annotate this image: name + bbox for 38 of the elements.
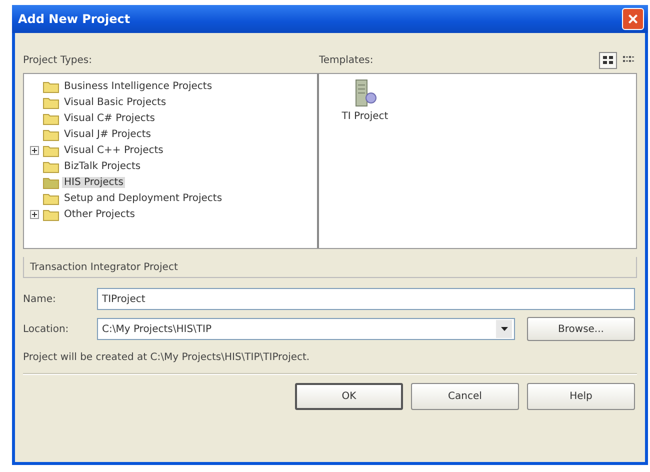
folder-icon [43, 112, 59, 124]
browse-button[interactable]: Browse... [527, 317, 635, 341]
dialog-button[interactable]: OK [295, 383, 403, 410]
location-label: Location: [23, 324, 70, 334]
close-button[interactable]: × [622, 8, 644, 30]
dialog-button[interactable]: Cancel [411, 383, 519, 410]
folder-icon [43, 192, 59, 204]
folder-icon [43, 176, 59, 188]
folder-icon [43, 160, 59, 172]
tree-item[interactable]: Visual C++ Projects [62, 144, 166, 156]
name-label: Name: [23, 294, 57, 304]
tree-item[interactable]: Visual C# Projects [62, 112, 157, 124]
tree-item[interactable]: Visual J# Projects [62, 128, 153, 140]
large-icons-icon [602, 56, 614, 64]
list-icon [622, 56, 634, 64]
folder-icon [43, 80, 59, 92]
tree-item[interactable]: Business Intelligence Projects [62, 80, 214, 92]
template-item[interactable]: TI Project [340, 111, 390, 122]
folder-icon [43, 96, 59, 108]
folder-icon [43, 208, 59, 220]
tree-item[interactable]: Other Projects [62, 208, 137, 220]
location-combo-box[interactable]: C:\My Projects\HIS\TIP [97, 318, 515, 340]
expand-icon[interactable] [30, 210, 39, 218]
folder-icon [43, 128, 59, 140]
location-message: Project will be created at C:\My Projects\HIS\TIP\TIProject. [23, 352, 311, 363]
tree-item[interactable]: Setup and Deployment Projects [62, 192, 224, 204]
templates-label: Templates: [319, 54, 374, 66]
window-title: Add New Project [18, 12, 130, 26]
tree-item[interactable]: BizTalk Projects [62, 160, 143, 172]
project-types-label: Project Types: [23, 54, 93, 66]
tree-item[interactable]: Visual Basic Projects [62, 96, 168, 108]
expand-icon[interactable] [30, 146, 39, 154]
dialog-button[interactable]: Help [527, 383, 635, 410]
large-icons-view-button[interactable] [599, 52, 617, 68]
folder-icon [43, 144, 59, 156]
description-text: Transaction Integrator Project [30, 262, 178, 272]
name-field[interactable]: TIProject [97, 288, 635, 310]
tree-item[interactable]: HIS Projects [62, 176, 126, 188]
